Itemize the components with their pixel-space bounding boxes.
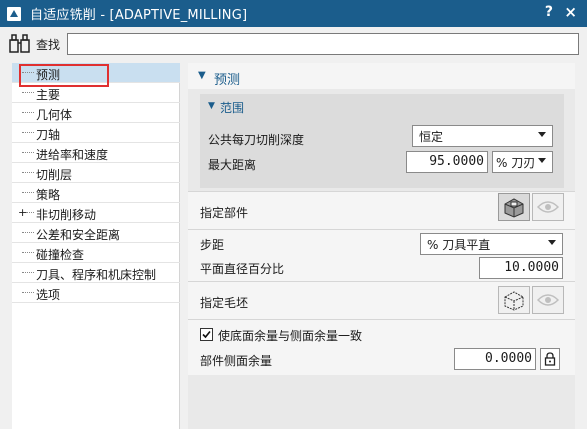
specify-blank-label: 指定毛坯 <box>200 296 249 310</box>
window-title: 自适应铣削 - [ADAPTIVE_MILLING] <box>30 8 248 23</box>
checkmark-icon <box>202 330 211 339</box>
tree-connector <box>22 292 34 293</box>
flat-diameter-percent-input[interactable]: 10.0000 <box>479 257 563 279</box>
tree-item-label: 进给率和速度 <box>36 148 109 162</box>
chevron-down-icon <box>548 240 556 245</box>
tree-connector <box>22 132 34 133</box>
tree-item-label: 刀轴 <box>36 128 61 142</box>
tree-item-geometry[interactable]: 几何体 <box>12 103 180 123</box>
tree-item-main[interactable]: 主要 <box>12 83 180 103</box>
max-distance-label: 最大距离 <box>208 158 257 172</box>
tree-connector <box>22 72 34 73</box>
find-bar: 查找 <box>0 27 587 61</box>
chevron-down-icon <box>538 132 546 137</box>
max-distance-input[interactable]: 95.0000 <box>406 151 488 173</box>
tree-item-prediction[interactable]: 预测 <box>12 63 180 83</box>
floor-same-as-side-checkbox[interactable] <box>200 328 213 341</box>
tree-item-cut-levels[interactable]: 切削层 <box>12 163 180 183</box>
tree-item-label: 非切削移动 <box>36 208 97 222</box>
group-title: 预测 <box>214 73 241 88</box>
specify-part-label: 指定部件 <box>200 206 249 220</box>
max-distance-unit: % 刀刃 <box>496 155 536 170</box>
tree-connector <box>22 192 34 193</box>
tree-item-label: 公差和安全距离 <box>36 228 121 242</box>
help-button[interactable]: ? <box>545 4 553 20</box>
show-blank-button[interactable] <box>532 286 564 314</box>
navigation-tree: 预测 主要 几何体 刀轴 进给率和速度 切削层 策略 + 非切削移动 公差和安全… <box>12 63 180 429</box>
tree-item-label: 主要 <box>36 88 61 102</box>
select-blank-button[interactable] <box>498 286 530 314</box>
range-group: ▼ 范围 公共每刀切削深度 恒定 最大距离 95.0000 % 刀刃 <box>200 94 564 188</box>
tree-item-tool-program-machine[interactable]: 刀具、程序和机床控制 <box>12 263 180 283</box>
collapse-icon[interactable]: ▼ <box>208 101 215 111</box>
lock-button[interactable] <box>540 348 560 370</box>
tree-item-non-cutting-moves[interactable]: + 非切削移动 <box>12 203 180 223</box>
binoculars-icon <box>9 34 30 53</box>
part-icon <box>504 198 524 218</box>
specify-blank-section: 指定毛坯 <box>188 281 575 319</box>
depth-select[interactable]: 恒定 <box>412 125 553 147</box>
tree-item-strategy[interactable]: 策略 <box>12 183 180 203</box>
tree-item-feeds-speeds[interactable]: 进给率和速度 <box>12 143 180 163</box>
part-side-stock-input[interactable]: 0.0000 <box>454 348 536 370</box>
stepover-value: % 刀具平直 <box>427 237 491 252</box>
tree-item-label: 预测 <box>36 68 61 82</box>
tree-item-label: 策略 <box>36 188 61 202</box>
tree-item-label: 刀具、程序和机床控制 <box>36 268 157 282</box>
tree-item-label: 切削层 <box>36 168 73 182</box>
stepover-select[interactable]: % 刀具平直 <box>420 233 563 255</box>
specify-part-section: 指定部件 <box>188 191 575 229</box>
blank-icon <box>504 291 524 311</box>
tree-item-label: 碰撞检查 <box>36 248 85 262</box>
tree-connector <box>22 112 34 113</box>
range-title: 范围 <box>220 101 245 115</box>
tree-item-label: 几何体 <box>36 108 73 122</box>
tree-item-collision-check[interactable]: 碰撞检查 <box>12 243 180 263</box>
lock-icon <box>544 352 556 366</box>
tree-connector <box>22 272 34 273</box>
tree-item-tool-axis[interactable]: 刀轴 <box>12 123 180 143</box>
stepover-section: 步距 % 刀具平直 平面直径百分比 10.0000 <box>188 229 575 281</box>
tree-connector <box>22 152 34 153</box>
tree-connector <box>22 232 34 233</box>
find-label: 查找 <box>36 37 61 52</box>
close-button[interactable]: × <box>564 3 577 21</box>
part-side-stock-label: 部件侧面余量 <box>200 354 273 368</box>
settings-panel: ▼ 预测 ▼ 范围 公共每刀切削深度 恒定 最大距离 95.0000 % 刀刃 … <box>188 63 575 429</box>
collapse-icon: ▼ <box>198 70 206 81</box>
tree-connector <box>22 92 34 93</box>
depth-value: 恒定 <box>419 129 444 144</box>
eye-icon <box>537 294 559 306</box>
depth-label: 公共每刀切削深度 <box>208 133 305 147</box>
group-header-prediction[interactable]: ▼ 预测 <box>188 63 575 89</box>
stepover-label: 步距 <box>200 238 225 252</box>
tree-connector <box>22 172 34 173</box>
chevron-down-icon <box>538 158 546 163</box>
stock-section: 使底面余量与侧面余量一致 部件侧面余量 0.0000 <box>188 319 575 375</box>
max-distance-unit-select[interactable]: % 刀刃 <box>492 151 553 173</box>
tree-connector <box>26 212 34 213</box>
eye-icon <box>537 201 559 213</box>
tree-connector <box>22 252 34 253</box>
title-bar: 自适应铣削 - [ADAPTIVE_MILLING] ? × <box>0 0 587 27</box>
tree-item-tolerances[interactable]: 公差和安全距离 <box>12 223 180 243</box>
app-icon <box>7 6 21 21</box>
floor-same-as-side-label: 使底面余量与侧面余量一致 <box>218 329 363 343</box>
find-button[interactable]: 查找 <box>8 33 60 55</box>
flat-diameter-percent-label: 平面直径百分比 <box>200 262 285 276</box>
tree-item-label: 选项 <box>36 288 61 302</box>
show-part-button[interactable] <box>532 193 564 221</box>
tree-item-options[interactable]: 选项 <box>12 283 180 303</box>
find-input[interactable] <box>67 33 579 55</box>
select-part-button[interactable] <box>498 193 530 221</box>
